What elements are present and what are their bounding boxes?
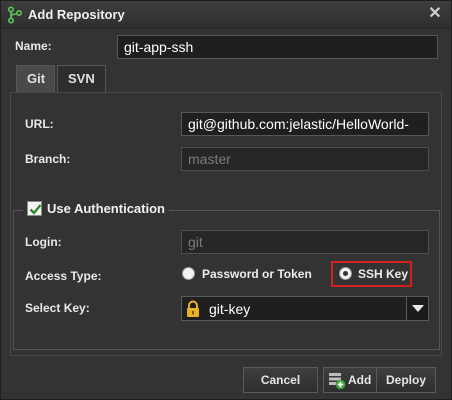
name-label: Name: xyxy=(15,39,52,53)
tab-svn[interactable]: SVN xyxy=(57,65,106,92)
tab-git[interactable]: Git xyxy=(16,65,55,92)
branch-input[interactable]: master xyxy=(181,147,429,171)
url-input[interactable]: git@github.com:jelastic/HelloWorld- xyxy=(181,112,429,136)
add-repository-dialog: Add Repository ✕ Name: git-app-ssh Git S… xyxy=(0,0,452,400)
deploy-button[interactable]: Deploy xyxy=(377,367,436,393)
url-label: URL: xyxy=(25,117,54,131)
use-authentication-checkbox[interactable]: Use Authentication xyxy=(23,201,169,216)
add-node-icon xyxy=(328,372,346,398)
use-authentication-label: Use Authentication xyxy=(47,201,165,216)
cancel-button[interactable]: Cancel xyxy=(243,367,318,393)
name-input[interactable]: git-app-ssh xyxy=(117,35,438,59)
git-branch-icon xyxy=(6,6,24,24)
select-key-value: git-key xyxy=(209,301,251,317)
chevron-down-icon[interactable] xyxy=(406,297,428,320)
access-type-label: Access Type: xyxy=(25,269,102,283)
dialog-title: Add Repository xyxy=(28,7,125,22)
add-button-label: Add xyxy=(348,373,372,387)
login-label: Login: xyxy=(25,235,62,249)
branch-label: Branch: xyxy=(25,152,71,166)
radio-password-or-token-label[interactable]: Password or Token xyxy=(202,267,312,281)
checkbox-checked-icon[interactable] xyxy=(27,201,42,216)
close-icon[interactable]: ✕ xyxy=(427,5,443,23)
dialog-titlebar: Add Repository ✕ xyxy=(1,1,451,29)
select-key-combo[interactable]: git-key xyxy=(181,296,429,321)
add-button[interactable]: Add xyxy=(323,367,377,393)
radio-ssh-key[interactable] xyxy=(339,267,352,280)
radio-ssh-key-label[interactable]: SSH Key xyxy=(358,267,408,281)
lock-icon xyxy=(185,300,201,321)
radio-password-or-token[interactable] xyxy=(182,267,195,280)
login-input[interactable]: git xyxy=(181,230,429,254)
select-key-label: Select Key: xyxy=(25,301,90,315)
